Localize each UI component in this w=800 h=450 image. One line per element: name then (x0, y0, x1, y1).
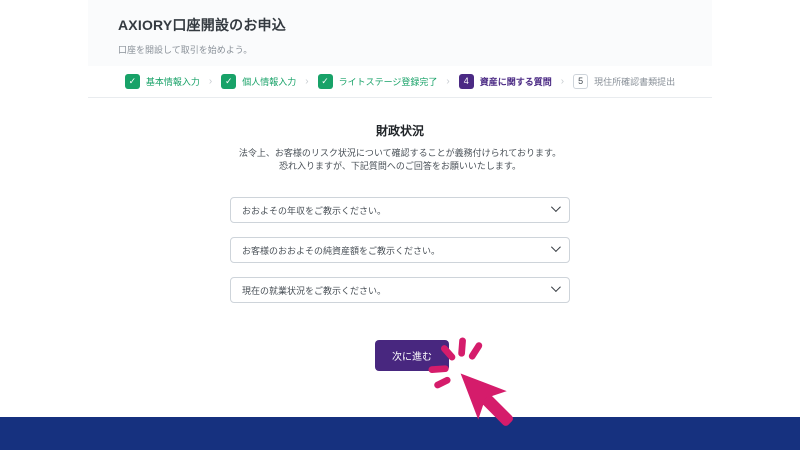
step-personal-info[interactable]: ✓ 個人情報入力 (221, 74, 296, 89)
step-separator-icon: › (305, 76, 309, 87)
card-header: AXIORY口座開設のお申込 口座を開設して取引を始めよう。 (88, 0, 712, 66)
chevron-down-icon (550, 202, 561, 213)
employment-status-select[interactable]: 現在の就業状況をご教示ください。 (230, 277, 570, 303)
net-assets-select[interactable]: お客様のおおよその純資産額をご教示ください。 (230, 237, 570, 263)
step-separator-icon: › (208, 76, 213, 87)
question-form: おおよその年収をご教示ください。 お客様のおおよその純資産額をご教示ください。 … (230, 197, 570, 303)
step-separator-icon: › (446, 76, 450, 87)
step-number-badge: 4 (458, 74, 474, 89)
check-icon: ✓ (317, 74, 333, 89)
check-icon: ✓ (124, 74, 140, 89)
step-basic-info[interactable]: ✓ 基本情報入力 (124, 74, 200, 89)
footer-bar (0, 417, 800, 450)
step-lite-stage-complete[interactable]: ✓ ライトステージ登録完了 (317, 74, 438, 89)
step-label: 資産に関する質問 (479, 77, 552, 87)
section-description: 法令上、お客様のリスク状況について確認することが義務付けられております。 恐れ入… (88, 147, 712, 173)
description-line-2: 恐れ入りますが、下記質問へのご回答をお願いいたします。 (279, 161, 521, 171)
select-placeholder: おおよその年収をご教示ください。 (242, 205, 387, 216)
account-application-page: AXIORY口座開設のお申込 口座を開設して取引を始めよう。 ✓ 基本情報入力 … (0, 0, 800, 450)
step-label: 基本情報入力 (145, 77, 200, 87)
step-label: 個人情報入力 (242, 77, 297, 87)
step-asset-questions[interactable]: 4 資産に関する質問 (458, 74, 552, 89)
annual-income-select[interactable]: おおよその年収をご教示ください。 (230, 197, 570, 223)
application-card: AXIORY口座開設のお申込 口座を開設して取引を始めよう。 ✓ 基本情報入力 … (88, 0, 712, 371)
step-number-badge: 5 (573, 74, 589, 89)
chevron-down-icon (550, 282, 561, 293)
select-placeholder: 現在の就業状況をご教示ください。 (242, 285, 387, 296)
cursor-click-icon (428, 337, 513, 426)
progress-stepper: ✓ 基本情報入力 › ✓ 個人情報入力 › ✓ ライトステージ登録完了 › 4 … (88, 66, 712, 98)
page-title: AXIORY口座開設のお申込 (118, 17, 286, 33)
select-placeholder: お客様のおおよその純資産額をご教示ください。 (242, 245, 441, 256)
page-subtitle: 口座を開設して取引を始めよう。 (118, 45, 253, 55)
step-address-proof[interactable]: 5 現住所確認書類提出 (573, 74, 675, 89)
step-label: 現住所確認書類提出 (594, 77, 676, 87)
step-separator-icon: › (560, 76, 565, 87)
check-icon: ✓ (221, 74, 237, 89)
chevron-down-icon (550, 242, 561, 253)
section-title: 財政状況 (375, 124, 424, 138)
button-row: 次に進む (88, 340, 712, 371)
step-label: ライトステージ登録完了 (338, 77, 438, 87)
description-line-1: 法令上、お客様のリスク状況について確認することが義務付けられております。 (238, 148, 562, 158)
